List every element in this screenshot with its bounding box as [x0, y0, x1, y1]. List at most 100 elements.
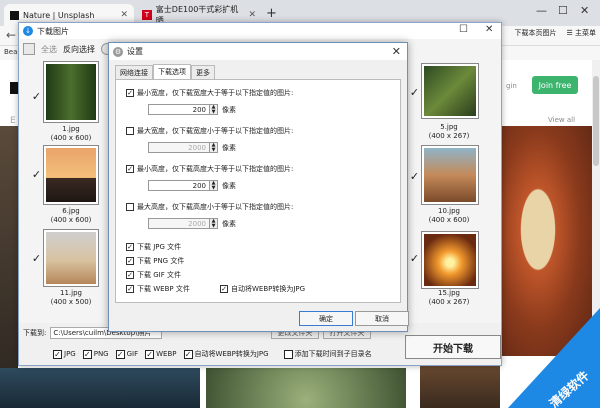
spinner-arrows-icon[interactable]: ▲ ▼	[210, 180, 218, 191]
filter-png[interactable]: ✓ PNG	[82, 349, 109, 359]
filter-webp[interactable]: ✓ WEBP	[145, 349, 177, 359]
download-gif-option[interactable]: ✓ 下载 GIF 文件	[126, 270, 181, 280]
photo[interactable]	[420, 364, 500, 408]
tmall-favicon-icon: T	[142, 10, 152, 20]
tab-download-options[interactable]: 下载选项	[153, 64, 191, 79]
window-close-icon[interactable]: ✕	[580, 4, 589, 17]
checkbox[interactable]: ✓	[126, 165, 134, 173]
thumb-caption: 6.jpg (400 x 600)	[31, 207, 111, 225]
min-width-option[interactable]: ✓ 最小宽度，仅下载宽度大于等于以下指定值的图片:	[126, 88, 293, 98]
checkbox[interactable]: ✓	[126, 257, 134, 265]
checkbox[interactable]: ✓	[126, 271, 134, 279]
thumb-checkbox[interactable]: ✓	[31, 253, 42, 264]
thumbnail-image[interactable]	[421, 63, 479, 119]
app-restore-icon[interactable]: ☐	[459, 24, 468, 35]
maximize-icon[interactable]: ☐	[558, 4, 568, 17]
checkbox[interactable]: ✓	[126, 243, 134, 251]
cancel-button[interactable]: 取消	[355, 311, 409, 326]
app-title: 下载图片	[37, 26, 69, 36]
max-width-option[interactable]: 最大宽度，仅下载宽度小于等于以下指定值的图片:	[126, 126, 293, 136]
photo-succulent[interactable]	[206, 368, 406, 408]
select-all-button[interactable]: 全选	[41, 44, 57, 55]
min-height-option[interactable]: ✓ 最小高度，仅下载高度大于等于以下指定值的图片:	[126, 164, 293, 174]
checkbox[interactable]: ✓	[115, 349, 125, 359]
thumb-filename: 10.jpg	[438, 207, 460, 215]
checkbox[interactable]	[126, 203, 134, 211]
filter-add-time-subdir[interactable]: 添加下载时间到子目录名	[283, 349, 372, 359]
start-download-button[interactable]: 开始下载	[405, 335, 501, 359]
thumbnail-image[interactable]	[421, 145, 479, 205]
filter-webp-convert[interactable]: ✓ 自动将WEBP转换为JPG	[183, 349, 269, 359]
max-height-option[interactable]: 最大高度，仅下载高度小于等于以下指定值的图片:	[126, 202, 293, 212]
filter-label: PNG	[93, 350, 109, 358]
filter-label: WEBP	[156, 350, 177, 358]
download-page-images-button[interactable]: 下载本页图片	[514, 28, 556, 38]
thumb-checkbox[interactable]: ✓	[409, 253, 420, 264]
watermark-logo: 清绿软件	[508, 308, 600, 408]
thumb-filename: 15.jpg	[438, 289, 460, 297]
back-arrow-icon[interactable]: ←	[6, 28, 16, 42]
thumbnail-image[interactable]	[43, 61, 99, 123]
min-width-spinner[interactable]: 200 ▲ ▼ 像素	[148, 104, 236, 115]
filter-label: 自动将WEBP转换为JPG	[194, 350, 269, 358]
download-png-option[interactable]: ✓ 下载 PNG 文件	[126, 256, 184, 266]
tab-network[interactable]: 网络连接	[115, 65, 153, 79]
thumb-checkbox[interactable]: ✓	[409, 171, 420, 182]
thumb-checkbox[interactable]: ✓	[31, 91, 42, 102]
ok-button[interactable]: 确定	[299, 311, 353, 326]
download-to-label: 下载到:	[23, 329, 47, 337]
min-width-input[interactable]: 200	[148, 104, 210, 115]
filter-gif[interactable]: ✓ GIF	[115, 349, 138, 359]
option-label: 下载 JPG 文件	[137, 243, 182, 251]
minimize-icon[interactable]: —	[536, 4, 547, 17]
view-all-link[interactable]: View all	[548, 116, 575, 124]
max-height-input: 2000	[148, 218, 210, 229]
main-menu-button[interactable]: ☰ 主菜单	[566, 28, 596, 38]
thumbnail-image[interactable]	[421, 231, 479, 289]
download-jpg-option[interactable]: ✓ 下载 JPG 文件	[126, 242, 181, 252]
thumbnail-image[interactable]	[43, 229, 99, 287]
file-type-filters: ✓ JPG ✓ PNG ✓ GIF ✓ WEBP ✓ 自动将WEBP转换为JPG 添加下载…	[53, 349, 372, 359]
photo[interactable]	[0, 368, 200, 408]
new-tab-icon[interactable]: +	[266, 6, 277, 21]
webp-convert-option[interactable]: ✓ 自动将WEBP转换为JPG	[220, 284, 305, 294]
download-webp-option[interactable]: ✓ 下载 WEBP 文件	[126, 284, 190, 294]
thumb-caption: 10.jpg (400 x 600)	[409, 207, 489, 225]
download-options-panel: ✓ 最小宽度，仅下载宽度大于等于以下指定值的图片: 200 ▲ ▼ 像素 最大宽度，…	[115, 79, 401, 303]
photo[interactable]	[0, 126, 18, 408]
close-tab-icon[interactable]: ✕	[120, 10, 128, 20]
checkbox[interactable]: ✓	[126, 285, 134, 293]
filter-jpg[interactable]: ✓ JPG	[53, 349, 76, 359]
unsplash-favicon-icon	[10, 10, 19, 20]
thumb-dimensions: (400 x 267)	[428, 298, 470, 306]
spinner-arrows-icon[interactable]: ▲ ▼	[210, 104, 218, 115]
login-link[interactable]: gin	[506, 82, 517, 90]
bookmark-item[interactable]: Bea	[4, 48, 17, 56]
checkbox[interactable]: ✓	[145, 349, 155, 359]
scrollbar-thumb[interactable]	[593, 76, 599, 166]
checkbox[interactable]	[283, 349, 293, 359]
checkbox[interactable]: ✓	[53, 349, 62, 359]
min-height-spinner[interactable]: 200 ▲ ▼ 像素	[148, 180, 236, 191]
checkbox[interactable]: ✓	[220, 285, 228, 293]
checkbox[interactable]: ✓	[82, 349, 92, 359]
join-free-button[interactable]: Join free	[532, 76, 578, 94]
min-height-input[interactable]: 200	[148, 180, 210, 191]
settings-tabs: 网络连接 下载选项 更多	[115, 64, 215, 80]
checkbox[interactable]: ✓	[183, 349, 193, 359]
scroll-left-icon[interactable]: E	[10, 116, 16, 126]
select-all-icon[interactable]	[23, 43, 35, 55]
close-tab-icon[interactable]: ✕	[248, 10, 256, 20]
invert-selection-button[interactable]: 反向选择	[63, 44, 95, 55]
option-label: 最大宽度，仅下载宽度小于等于以下指定值的图片:	[137, 127, 294, 135]
thumb-caption: 1.jpg (400 x 600)	[31, 125, 111, 143]
thumb-checkbox[interactable]: ✓	[31, 169, 42, 180]
tab-more[interactable]: 更多	[191, 65, 215, 79]
thumbnail-image[interactable]	[43, 145, 99, 205]
thumb-checkbox[interactable]: ✓	[409, 87, 420, 98]
checkbox[interactable]	[126, 127, 134, 135]
settings-close-icon[interactable]: ✕	[392, 45, 401, 58]
filter-label: 添加下载时间到子目录名	[294, 350, 372, 358]
checkbox[interactable]: ✓	[126, 89, 134, 97]
app-close-icon[interactable]: ✕	[485, 24, 493, 35]
